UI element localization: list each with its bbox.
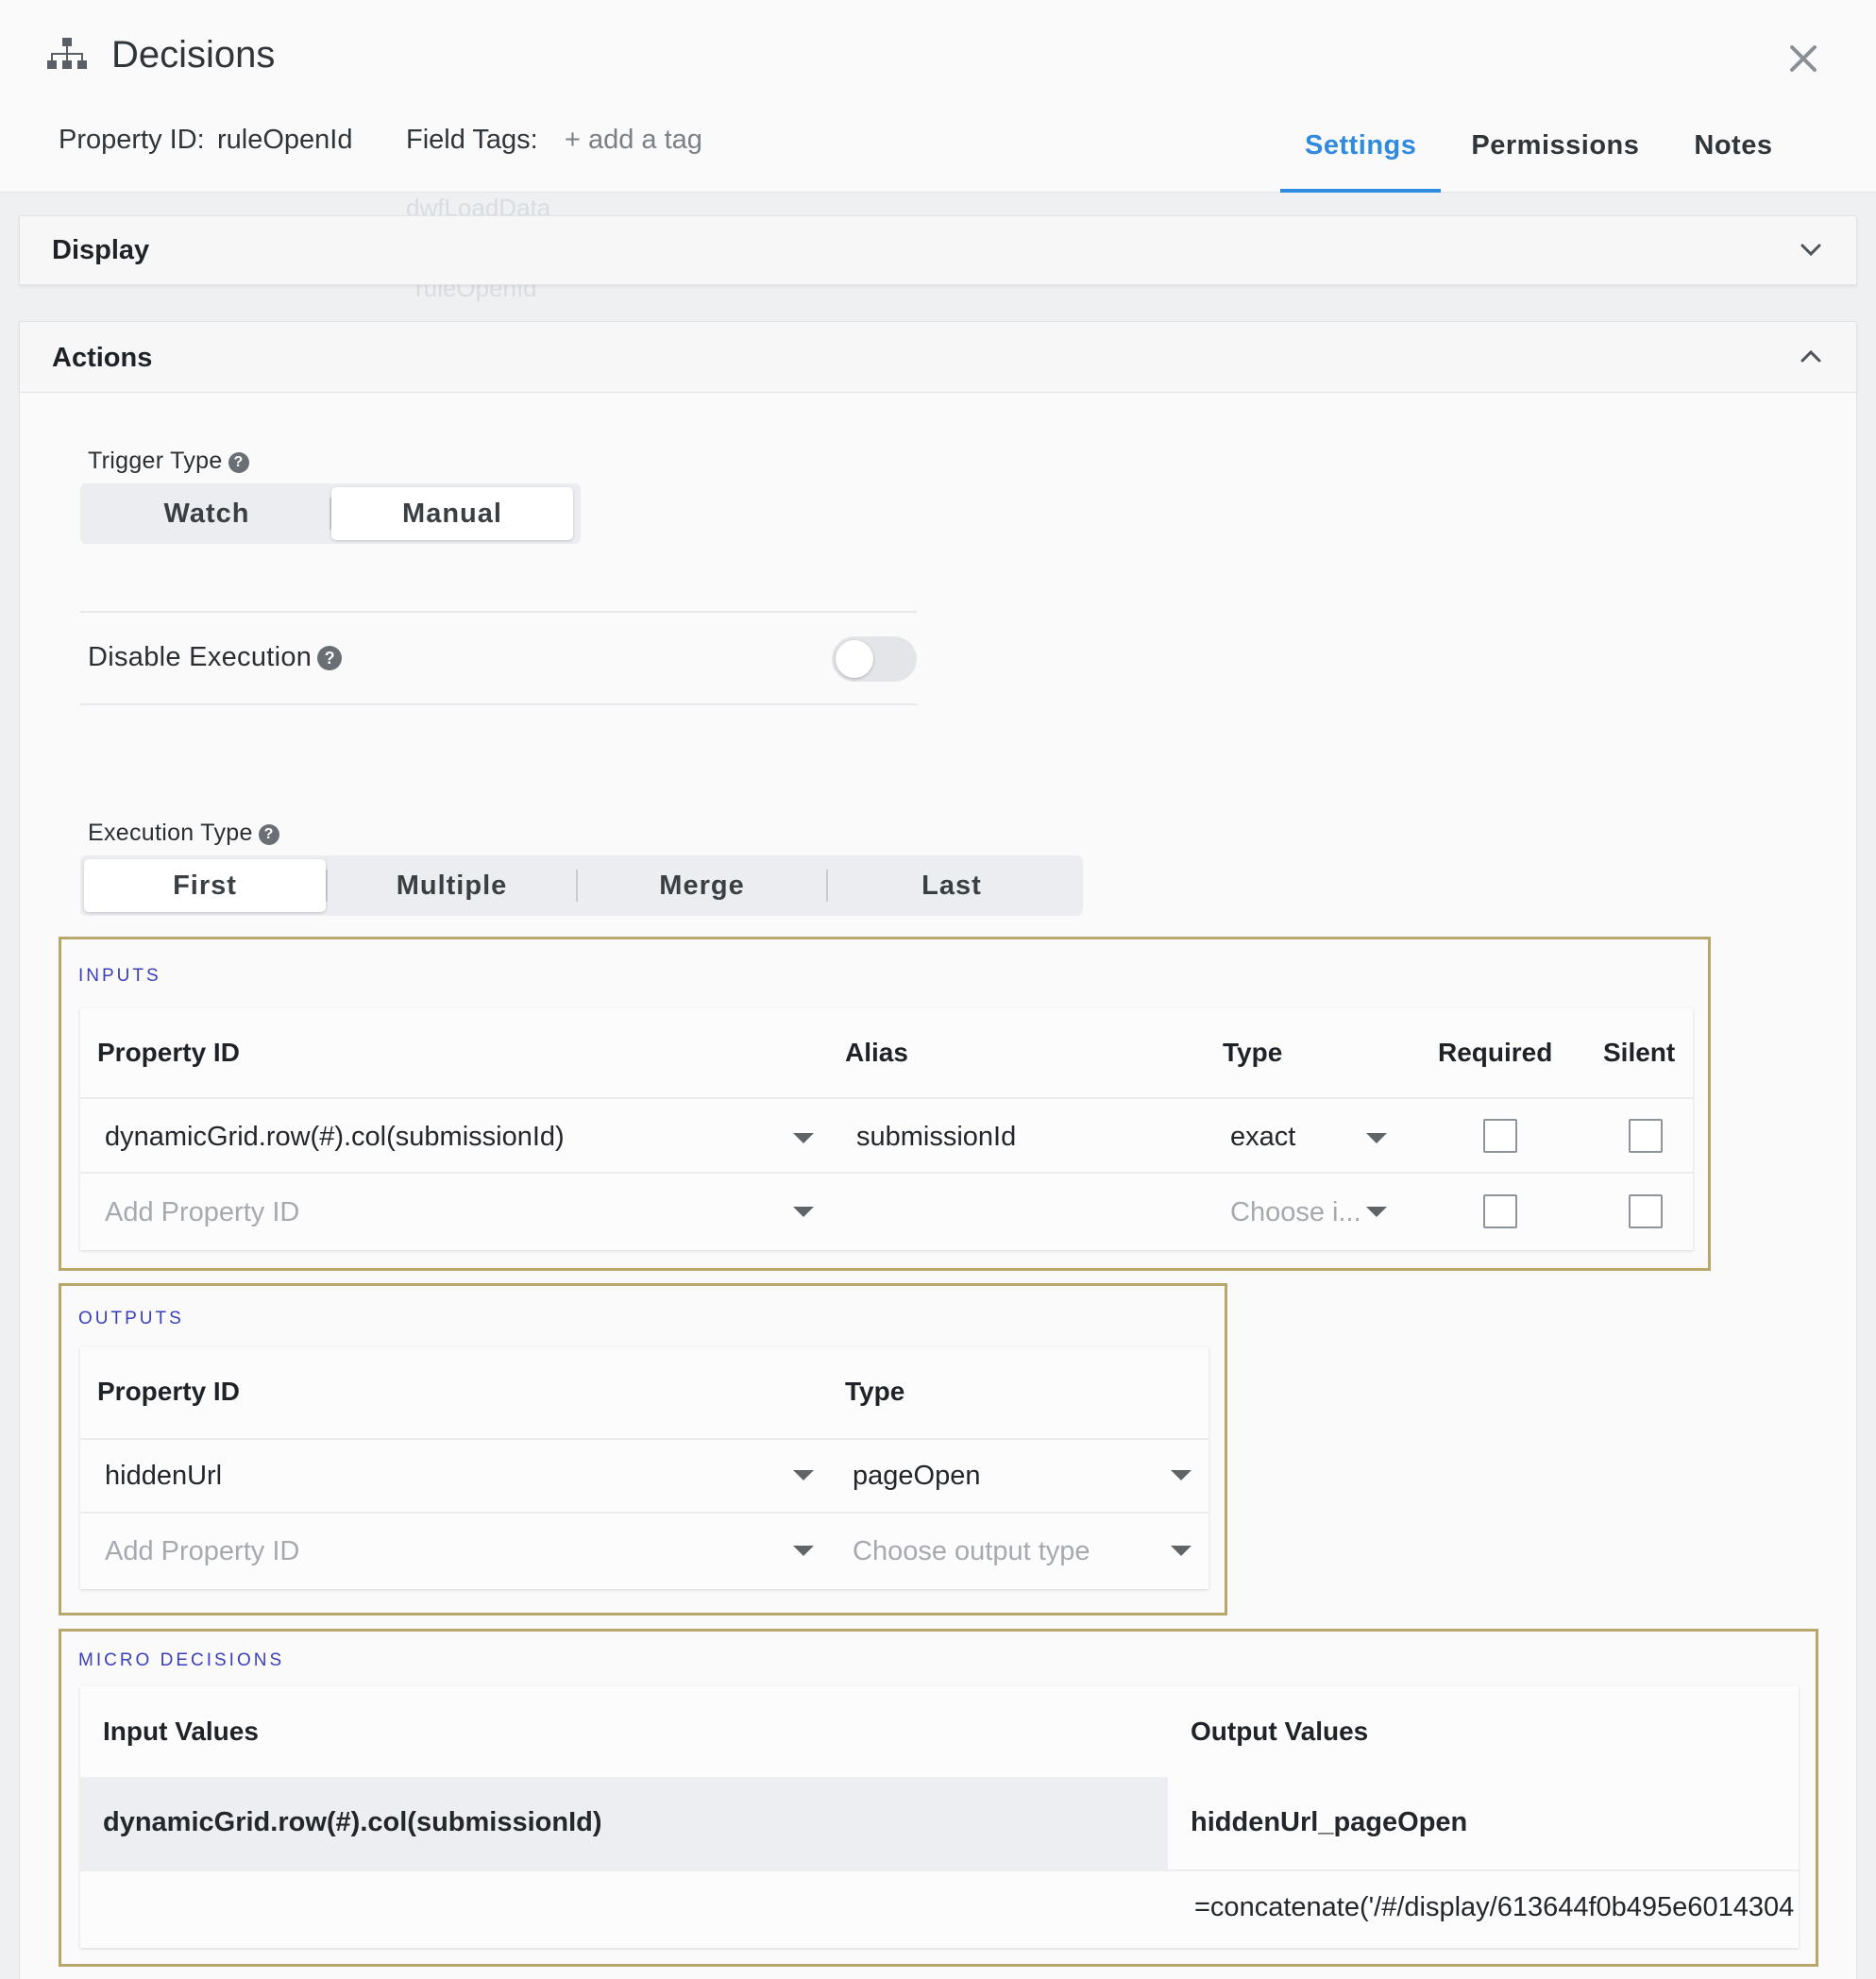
help-icon[interactable]: ?	[258, 824, 279, 845]
display-section-title: Display	[52, 235, 150, 265]
input-type-select[interactable]: Choose i...	[1230, 1197, 1361, 1228]
divider	[80, 611, 917, 613]
input-type-select[interactable]: exact	[1230, 1122, 1295, 1153]
execution-type-toggle: First Multiple Merge Last	[80, 855, 1083, 916]
add-tag-link[interactable]: + add a tag	[565, 125, 702, 156]
actions-section-header[interactable]: Actions	[19, 321, 1857, 393]
decisions-modal: Decisions Property ID: ruleOpenId Field …	[0, 0, 1876, 1979]
column-header: Output Values	[1191, 1717, 1369, 1746]
modal-header: Decisions Property ID: ruleOpenId Field …	[0, 0, 1876, 193]
property-id-label: Property ID:	[59, 125, 205, 155]
switch-knob	[836, 640, 873, 678]
help-icon[interactable]: ?	[228, 452, 249, 473]
divider	[80, 1438, 1208, 1440]
help-icon[interactable]: ?	[317, 646, 343, 670]
divider	[80, 1512, 1208, 1514]
divider	[80, 1869, 1799, 1871]
micro-formula-value[interactable]: =concatenate('/#/display/613644f0b495e60…	[1194, 1892, 1794, 1923]
sitemap-icon	[47, 38, 87, 69]
tab-settings[interactable]: Settings	[1280, 106, 1442, 193]
close-icon[interactable]	[1786, 42, 1820, 76]
chevron-up-icon[interactable]	[1798, 343, 1824, 369]
tab-permissions[interactable]: Permissions	[1441, 106, 1665, 193]
outputs-table: Property ID Type hiddenUrl pageOpen Add …	[80, 1347, 1208, 1589]
execution-multiple-button[interactable]: Multiple	[328, 859, 576, 912]
inputs-title: INPUTS	[78, 966, 161, 986]
silent-checkbox[interactable]	[1629, 1119, 1663, 1153]
caret-down-icon[interactable]	[793, 1546, 814, 1556]
column-header: Type	[845, 1377, 905, 1406]
micro-decisions-title: MICRO DECISIONS	[78, 1650, 285, 1670]
column-header: Property ID	[97, 1377, 240, 1406]
execution-last-button[interactable]: Last	[828, 859, 1075, 912]
execution-first-button[interactable]: First	[84, 859, 326, 912]
caret-down-icon[interactable]	[1366, 1207, 1387, 1217]
required-checkbox[interactable]	[1483, 1194, 1517, 1228]
execution-merge-button[interactable]: Merge	[578, 859, 826, 912]
column-header: Type	[1223, 1038, 1283, 1067]
caret-down-icon[interactable]	[793, 1133, 814, 1143]
column-header: Alias	[845, 1038, 908, 1067]
micro-input-value[interactable]: dynamicGrid.row(#).col(submissionId)	[103, 1807, 602, 1838]
caret-down-icon[interactable]	[1171, 1546, 1192, 1556]
trigger-manual-button[interactable]: Manual	[331, 487, 573, 540]
disable-execution-label: Disable Execution?	[88, 642, 343, 673]
column-header: Silent	[1603, 1038, 1676, 1067]
column-header: Input Values	[103, 1717, 259, 1746]
caret-down-icon[interactable]	[1366, 1133, 1387, 1143]
output-property-id-select[interactable]: hiddenUrl	[105, 1461, 222, 1492]
add-property-id-select[interactable]: Add Property ID	[105, 1536, 299, 1567]
caret-down-icon[interactable]	[793, 1207, 814, 1217]
micro-decisions-table: Input Values Output Values dynamicGrid.r…	[80, 1686, 1799, 1948]
divider	[80, 703, 917, 705]
trigger-watch-button[interactable]: Watch	[84, 487, 330, 540]
display-section-header[interactable]: Display	[19, 215, 1857, 285]
caret-down-icon[interactable]	[1171, 1470, 1192, 1480]
output-type-select[interactable]: pageOpen	[853, 1461, 980, 1492]
property-id-value: ruleOpenId	[217, 125, 353, 155]
add-property-id-select[interactable]: Add Property ID	[105, 1197, 299, 1228]
disable-execution-switch[interactable]	[832, 636, 917, 682]
input-property-id-select[interactable]: dynamicGrid.row(#).col(submissionId)	[105, 1122, 565, 1153]
modal-title: Decisions	[111, 34, 276, 76]
micro-output-value[interactable]: hiddenUrl_pageOpen	[1191, 1807, 1467, 1838]
actions-section-title: Actions	[52, 343, 153, 373]
required-checkbox[interactable]	[1483, 1119, 1517, 1153]
caret-down-icon[interactable]	[793, 1470, 814, 1480]
execution-type-label: Execution Type?	[88, 820, 279, 847]
trigger-type-toggle: Watch Manual	[80, 483, 581, 544]
field-tags-label: Field Tags:	[406, 125, 538, 155]
silent-checkbox[interactable]	[1629, 1194, 1663, 1228]
trigger-type-label: Trigger Type?	[88, 448, 249, 475]
divider	[80, 1097, 1693, 1099]
micro-decisions-panel: MICRO DECISIONS Input Values Output Valu…	[59, 1629, 1818, 1967]
outputs-title: OUTPUTS	[78, 1309, 184, 1328]
chevron-down-icon[interactable]	[1798, 237, 1824, 263]
tab-notes[interactable]: Notes	[1665, 106, 1797, 193]
column-header: Property ID	[97, 1038, 240, 1067]
inputs-panel: INPUTS Property ID Alias Type Required S…	[59, 937, 1711, 1271]
tab-bar: Settings Permissions Notes	[1280, 106, 1797, 193]
inputs-table: Property ID Alias Type Required Silent d…	[80, 1008, 1693, 1250]
outputs-panel: OUTPUTS Property ID Type hiddenUrl pageO…	[59, 1283, 1227, 1615]
input-alias-field[interactable]: submissionId	[856, 1122, 1016, 1153]
column-header: Required	[1438, 1038, 1553, 1067]
output-type-select[interactable]: Choose output type	[853, 1536, 1090, 1567]
divider	[80, 1172, 1693, 1174]
